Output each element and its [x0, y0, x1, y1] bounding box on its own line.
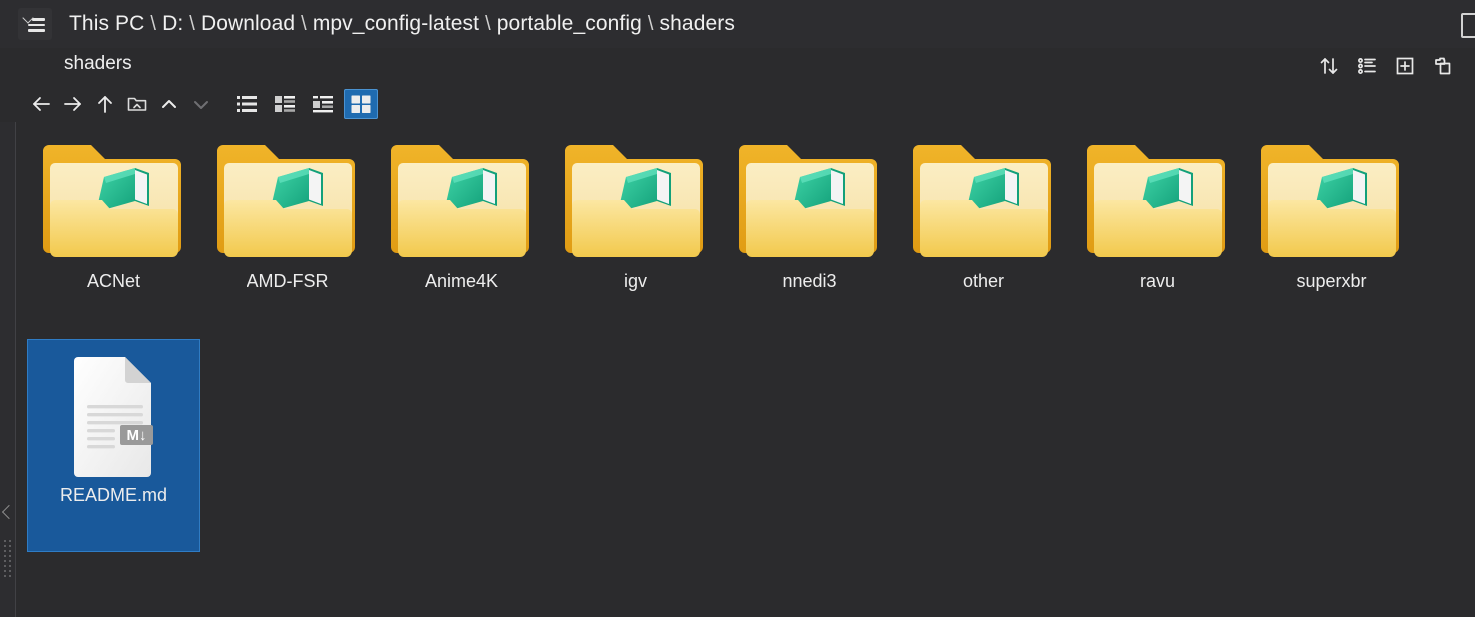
view-details[interactable]	[306, 89, 340, 119]
breadcrumb: This PC \ D: \ Download \ mpv_config-lat…	[68, 12, 736, 36]
view-list[interactable]	[230, 89, 264, 119]
file-item[interactable]: other	[897, 125, 1070, 338]
breadcrumb-separator: \	[150, 13, 157, 35]
folder-icon	[735, 137, 885, 265]
breadcrumb-item-3[interactable]: mpv_config-latest	[312, 12, 480, 36]
drag-handle-icon[interactable]	[4, 540, 11, 577]
file-item-label: README.md	[59, 485, 167, 505]
file-item-label: igv	[623, 271, 647, 291]
hamburger-menu-icon[interactable]	[18, 8, 52, 40]
breadcrumb-item-4[interactable]: portable_config	[496, 12, 643, 36]
view-icons[interactable]	[344, 89, 378, 119]
folder-icon	[39, 137, 189, 265]
file-item[interactable]: ACNet	[27, 125, 200, 338]
folder-icon-graphic	[1086, 145, 1225, 257]
breadcrumb-bar: This PC \ D: \ Download \ mpv_config-lat…	[0, 0, 1475, 48]
folder-icon	[213, 137, 363, 265]
breadcrumb-separator: \	[485, 13, 491, 35]
folder-icon	[1083, 137, 1233, 265]
file-item-label: superxbr	[1296, 271, 1367, 291]
file-item[interactable]: AMD-FSR	[201, 125, 374, 338]
folder-icon-graphic	[42, 145, 181, 257]
file-item[interactable]: Anime4K	[375, 125, 548, 338]
folder-icon-graphic	[912, 145, 1051, 257]
file-item[interactable]: nnedi3	[723, 125, 896, 338]
panel-square-icon	[1461, 13, 1475, 38]
folder-chevron-icon[interactable]	[122, 89, 152, 119]
file-item-label: ACNet	[86, 271, 140, 291]
up-button[interactable]	[90, 89, 120, 119]
scroll-down-button[interactable]	[186, 89, 216, 119]
file-item[interactable]: ravu	[1071, 125, 1244, 338]
folder-icon	[909, 137, 1059, 265]
file-item-label: AMD-FSR	[246, 271, 329, 291]
file-item[interactable]: superxbr	[1245, 125, 1418, 338]
back-button[interactable]	[26, 89, 56, 119]
breadcrumb-item-2[interactable]: Download	[200, 12, 296, 36]
file-item[interactable]: igv	[549, 125, 722, 338]
folder-icon-graphic	[216, 145, 355, 257]
file-item-label: Anime4K	[424, 271, 499, 291]
breadcrumb-item-0[interactable]: This PC	[68, 12, 145, 36]
list-details-icon[interactable]	[1351, 50, 1383, 82]
folder-icon	[561, 137, 711, 265]
breadcrumb-separator: \	[189, 13, 195, 35]
breadcrumb-separator: \	[301, 13, 307, 35]
folder-icon-graphic	[564, 145, 703, 257]
sort-icon[interactable]	[1313, 50, 1345, 82]
chevron-left-icon[interactable]	[1, 504, 17, 520]
folder-icon-graphic	[390, 145, 529, 257]
file-item-label: ravu	[1139, 271, 1175, 291]
file-item-selected[interactable]: M↓ README.md	[27, 339, 200, 552]
svg-text:M↓: M↓	[126, 427, 146, 444]
new-item-icon[interactable]	[1389, 50, 1421, 82]
breadcrumb-item-1[interactable]: D:	[161, 12, 184, 36]
file-item-label: other	[962, 271, 1005, 291]
title-toolbar	[1313, 50, 1459, 82]
markdown-file-icon: M↓	[39, 351, 189, 479]
scroll-up-button[interactable]	[154, 89, 184, 119]
folder-icon-graphic	[738, 145, 877, 257]
sidebar-splitter[interactable]	[0, 122, 17, 617]
folder-icon	[1257, 137, 1407, 265]
page-title: shaders	[64, 53, 132, 74]
view-tiles[interactable]	[268, 89, 302, 119]
file-grid-view[interactable]: ACNet AMD-FSR Anime4K igv nnedi3 other r…	[16, 122, 1475, 617]
folder-icon-graphic	[1260, 145, 1399, 257]
breadcrumb-item-5[interactable]: shaders	[659, 12, 736, 36]
window-panel-icon[interactable]	[1455, 10, 1475, 38]
navigation-toolbar	[0, 86, 1475, 122]
paste-clipboard-icon[interactable]	[1427, 50, 1459, 82]
folder-icon	[387, 137, 537, 265]
markdown-file-icon-graphic: M↓	[73, 357, 153, 477]
breadcrumb-separator: \	[647, 13, 654, 35]
file-item-label: nnedi3	[782, 271, 837, 291]
title-row: shaders	[0, 48, 1475, 88]
forward-button[interactable]	[58, 89, 88, 119]
